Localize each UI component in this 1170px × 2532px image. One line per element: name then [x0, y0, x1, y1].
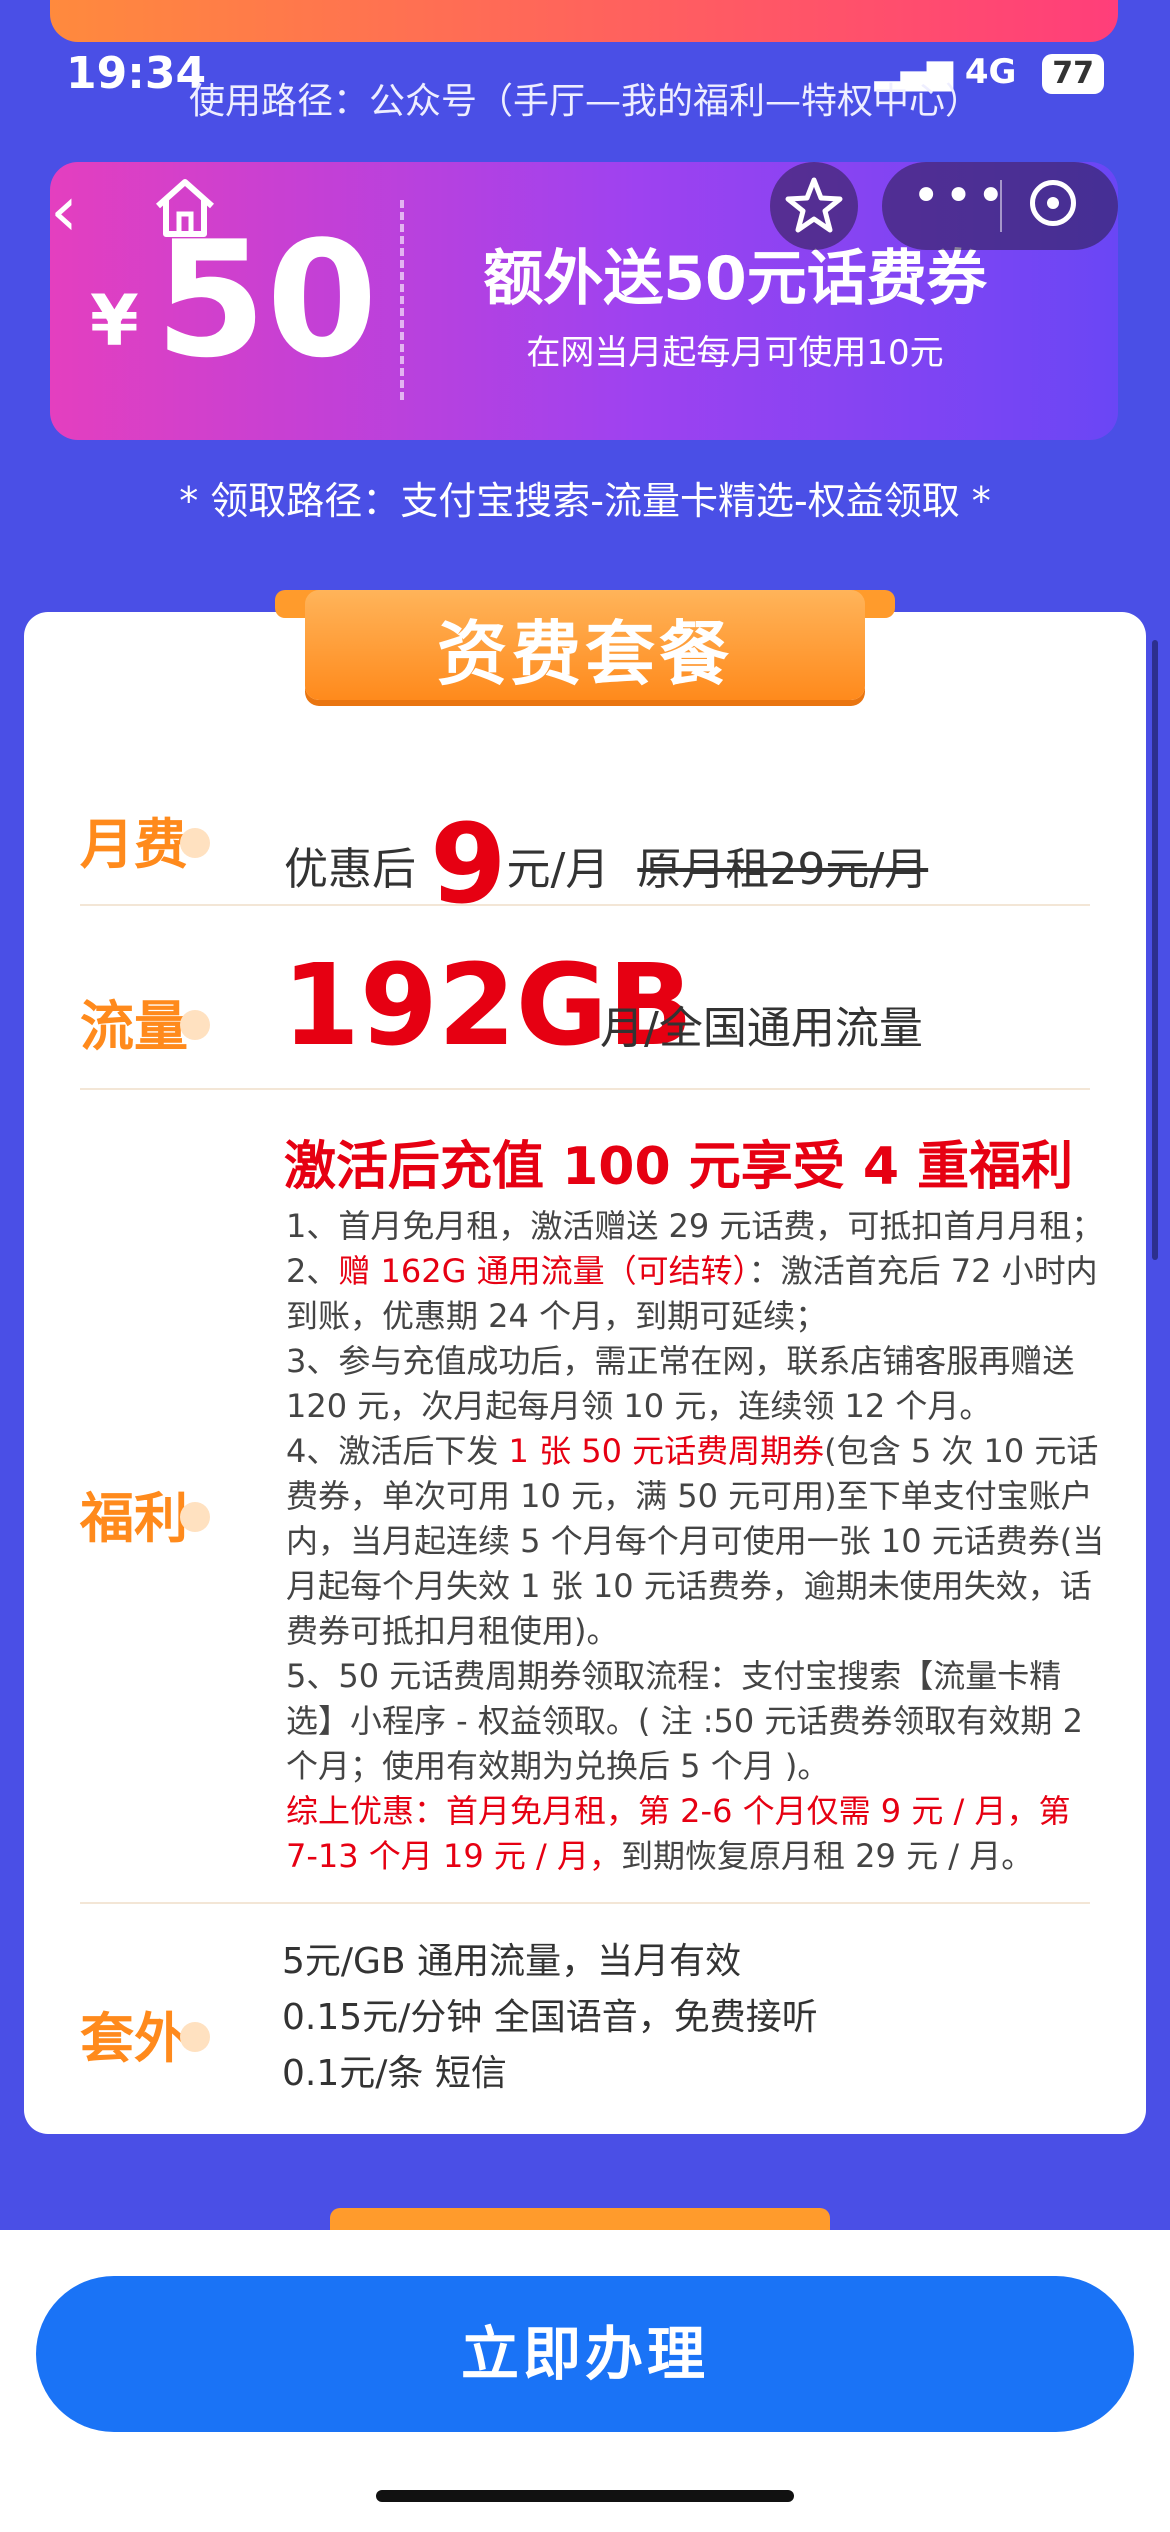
extra-charges: 5元/GB 通用流量，当月有效 0.15元/分钟 全国语音，免费接听 0.1元/…	[282, 1934, 818, 2102]
benefit-item-5: 5、50 元话费周期券领取流程：支付宝搜索【流量卡精选】小程序 - 权益领取。(…	[286, 1657, 1083, 1785]
benefits-label: 福利	[80, 1474, 210, 1553]
alipay-route-text: * 领取路径：支付宝搜索-流量卡精选-权益领取 *	[179, 479, 991, 523]
flow-unit: 月/全国通用流量	[600, 1003, 923, 1054]
coupon-amount: 50	[155, 206, 378, 393]
coupon-subtitle: 在网当月起每月可使用10元	[526, 333, 944, 373]
capsule-divider	[1000, 180, 1002, 232]
fee-unit: 元/月	[506, 844, 610, 895]
benefit-item-3: 3、参与充值成功后，需正常在网，联系店铺客服再赠送 120 元，次月起每月领 1…	[286, 1342, 1075, 1425]
more-icon[interactable]: •••	[912, 168, 1009, 224]
extra-line-sms: 0.1元/条 短信	[282, 2053, 507, 2094]
fee-label: 月费	[80, 800, 210, 879]
close-target-icon[interactable]	[1030, 180, 1076, 226]
scrollbar[interactable]	[1152, 640, 1158, 1260]
home-indicator[interactable]	[376, 2490, 794, 2502]
extra-label: 套外	[80, 1994, 210, 2073]
fee-original: 原月租29元/月	[637, 844, 929, 895]
benefit-item-1: 1、首月免月租，激活赠送 29 元话费，可抵扣首月月租；	[286, 1207, 1104, 1245]
benefits-list: 1、首月免月租，激活赠送 29 元话费，可抵扣首月月租； 2、赠 162G 通用…	[286, 1204, 1106, 1879]
divider	[80, 1088, 1090, 1090]
flow-label: 流量	[80, 982, 210, 1061]
benefit-item-4: 4、激活后下发 1 张 50 元话费周期券(包含 5 次 10 元话费券，单次可…	[286, 1432, 1105, 1650]
benefits-headline: 激活后充值 100 元享受 4 重福利	[284, 1137, 1074, 1197]
extra-line-data: 5元/GB 通用流量，当月有效	[282, 1941, 742, 1982]
benefit-summary: 综上优惠：首月免月租，第 2-6 个月仅需 9 元 / 月，第 7-13 个月 …	[286, 1792, 1071, 1875]
benefit-item-2: 2、赠 162G 通用流量（可结转）：激活首充后 72 小时内到账，优惠期 24…	[286, 1252, 1098, 1335]
back-icon[interactable]: ‹	[50, 176, 78, 246]
usage-route-text: 使用路径：公众号（手厅—我的福利—特权中心）	[188, 81, 981, 122]
divider	[80, 1902, 1090, 1904]
favorite-button[interactable]	[770, 162, 858, 250]
star-icon	[785, 177, 843, 233]
coupon-divider	[400, 200, 404, 400]
fee-prefix: 优惠后	[284, 844, 416, 895]
extra-line-voice: 0.15元/分钟 全国语音，免费接听	[282, 1997, 818, 2038]
divider	[80, 904, 1090, 906]
fee-price: 9	[430, 800, 507, 928]
coupon-currency: ¥	[90, 280, 139, 362]
apply-now-button[interactable]: 立即办理	[36, 2276, 1134, 2432]
home-icon[interactable]	[150, 176, 220, 244]
section-title: 资费套餐	[437, 613, 733, 695]
fee-line: 优惠后 9元/月 原月租29元/月	[284, 800, 928, 928]
top-banner-strip	[50, 0, 1118, 42]
